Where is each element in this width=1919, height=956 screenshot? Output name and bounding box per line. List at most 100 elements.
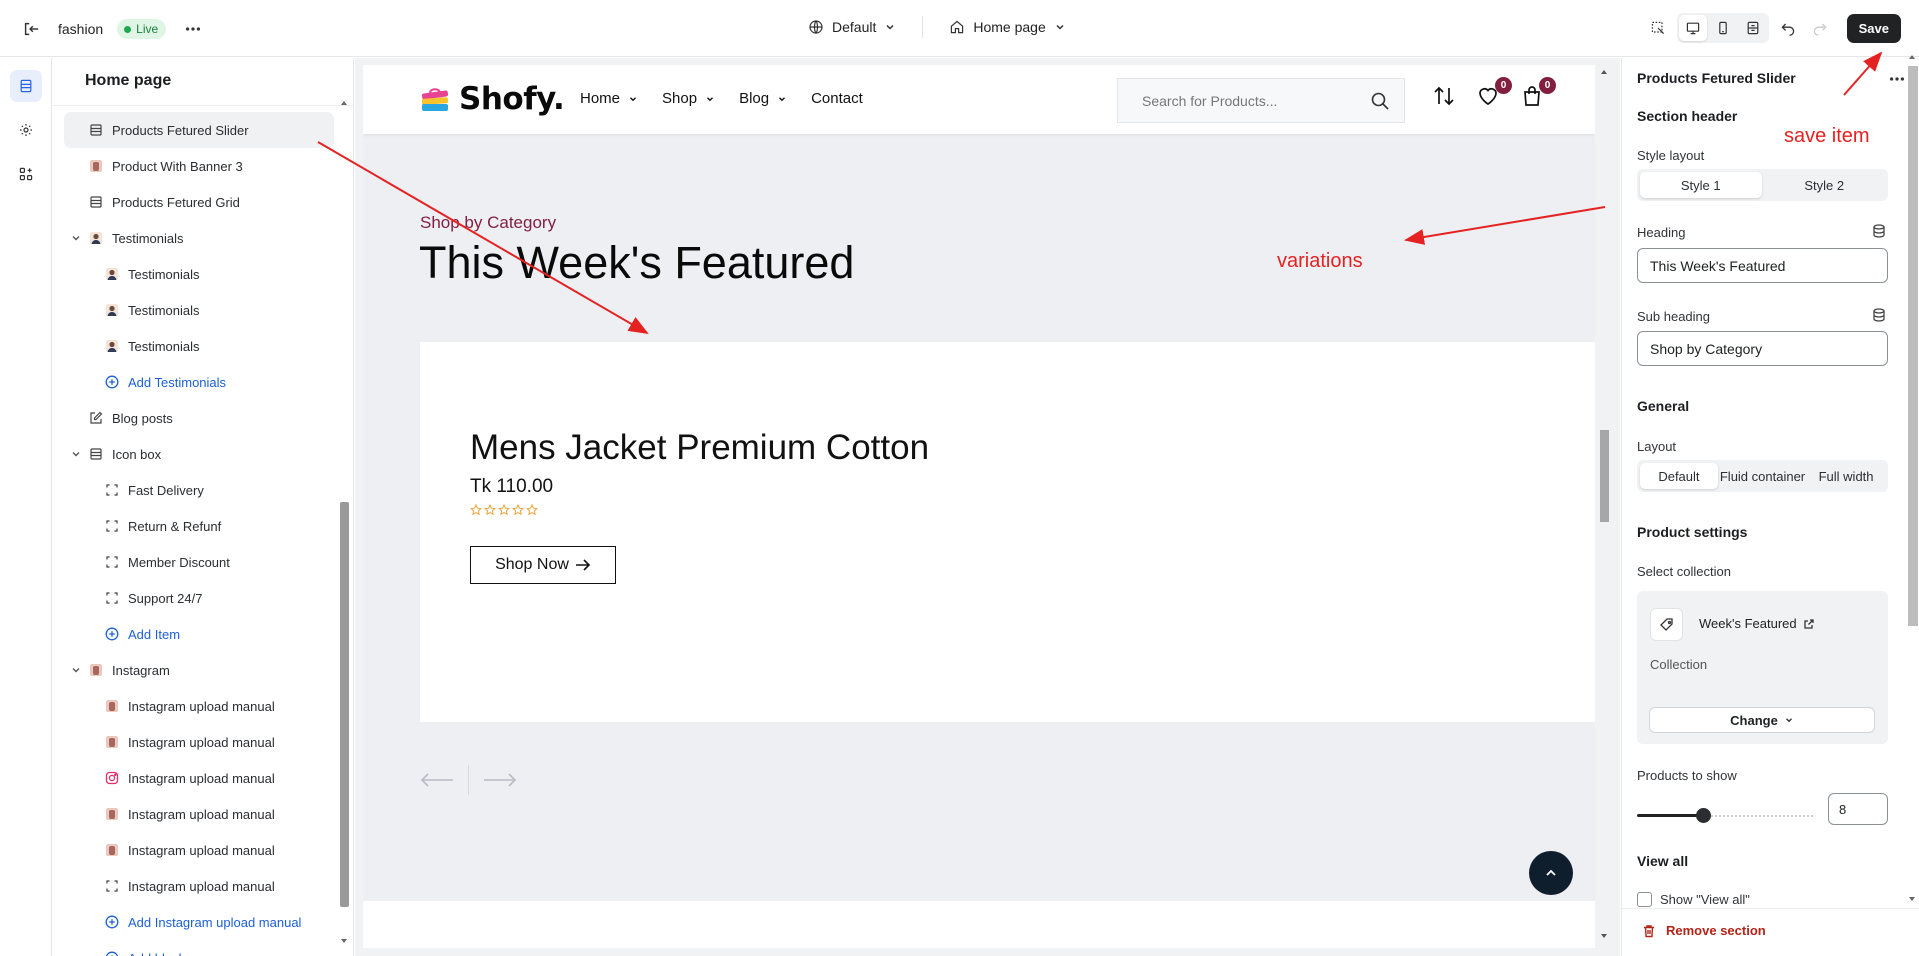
cart-count-badge: 0 [1539, 77, 1556, 94]
inspector-icon[interactable] [1645, 15, 1671, 41]
preview-scrollbar[interactable] [1596, 65, 1612, 948]
desktop-icon[interactable] [1678, 15, 1707, 41]
scroll-up-icon[interactable] [339, 98, 349, 108]
settings-gear-icon[interactable] [10, 114, 42, 146]
sidebar-item[interactable]: Instagram upload manual [64, 688, 334, 724]
sidebar-item[interactable]: Icon box [64, 436, 334, 472]
compare-icon[interactable] [1432, 84, 1458, 110]
segment-option[interactable]: Fluid container [1720, 463, 1805, 489]
slider-handle[interactable] [1696, 808, 1711, 823]
site-nav-label: Shop [662, 90, 698, 107]
block-icon [104, 590, 120, 606]
section-subheading[interactable]: Shop by Category [420, 213, 556, 233]
scrollbar-thumb[interactable] [340, 502, 349, 907]
segment-option[interactable]: Default [1640, 463, 1718, 489]
section-heading[interactable]: This Week's Featured [419, 237, 854, 289]
subheading-input[interactable]: Shop by Category [1637, 331, 1888, 366]
exit-icon[interactable] [18, 16, 44, 42]
arrow-right-icon [575, 559, 591, 571]
dynamic-source-icon[interactable] [1872, 224, 1886, 238]
sidebar-item[interactable]: Member Discount [64, 544, 334, 580]
undo-icon[interactable] [1775, 15, 1801, 41]
sidebar-item[interactable]: Testimonials [64, 256, 334, 292]
search-icon[interactable] [1370, 91, 1390, 111]
sidebar-item[interactable]: Testimonials [64, 292, 334, 328]
add-block-button[interactable]: Add block [64, 940, 334, 956]
chevron-down-icon[interactable] [70, 448, 82, 460]
show-view-all-option[interactable]: Show "View all" [1637, 892, 1750, 907]
products-to-show-input[interactable]: 8 [1828, 793, 1888, 825]
sidebar-item[interactable]: Instagram upload manual [64, 868, 334, 904]
scroll-up-icon[interactable] [1599, 67, 1609, 77]
more-options-icon[interactable] [180, 16, 206, 42]
sidebar-item[interactable]: Instagram upload manual [64, 832, 334, 868]
theme-select[interactable]: Default [800, 17, 904, 37]
scrollbar-thumb[interactable] [1908, 66, 1918, 626]
save-button[interactable]: Save [1846, 13, 1901, 43]
scrollbar-thumb[interactable] [1600, 430, 1609, 522]
product-slide[interactable]: Mens Jacket Premium Cotton Tk 110.00 Sho… [420, 342, 1595, 722]
sidebar-scrollbar[interactable] [338, 98, 350, 956]
site-search[interactable]: Search for Products... [1117, 78, 1405, 123]
show-view-all-checkbox[interactable] [1637, 892, 1652, 907]
avatar-thumb-icon [104, 266, 120, 282]
panel-scrollbar[interactable] [1905, 55, 1919, 908]
arrow-left-icon[interactable] [420, 773, 454, 787]
top-bar: fashion Live Default Home page Save [0, 0, 1919, 57]
external-link-icon[interactable] [1803, 618, 1815, 630]
arrow-right-icon[interactable] [483, 773, 517, 787]
chevron-down-icon[interactable] [70, 664, 82, 676]
device-switcher [1676, 13, 1769, 43]
collection-link[interactable]: Week's Featured [1699, 616, 1815, 631]
segment-option[interactable]: Style 2 [1764, 172, 1886, 198]
chevron-down-icon[interactable] [70, 232, 82, 244]
segment-option[interactable]: Style 1 [1640, 172, 1762, 198]
scroll-down-icon[interactable] [1907, 894, 1917, 904]
sidebar-item[interactable]: Instagram upload manual [64, 724, 334, 760]
add-block-button[interactable]: Add Item [64, 616, 334, 652]
add-block-button[interactable]: Add Instagram upload manual [64, 904, 334, 940]
image-thumb-icon [104, 842, 120, 858]
redo-icon[interactable] [1807, 15, 1833, 41]
sidebar-item[interactable]: Testimonials [64, 328, 334, 364]
fullscreen-icon[interactable] [1739, 15, 1767, 41]
site-nav-item[interactable]: Contact [811, 90, 863, 107]
sidebar-item[interactable]: Instagram upload manual [64, 760, 334, 796]
scroll-up-icon[interactable] [1907, 52, 1917, 62]
mobile-icon[interactable] [1709, 15, 1737, 41]
sections-icon[interactable] [9, 70, 42, 102]
sidebar-item[interactable]: Blog posts [64, 400, 334, 436]
remove-section-button[interactable]: Remove section [1642, 923, 1766, 938]
site-nav-item[interactable]: Shop [662, 90, 715, 107]
product-title[interactable]: Mens Jacket Premium Cotton [470, 428, 929, 468]
sidebar-item[interactable]: Support 24/7 [64, 580, 334, 616]
scroll-down-icon[interactable] [339, 936, 349, 946]
sidebar-item[interactable]: Products Fetured Slider [64, 112, 334, 148]
header-icons: 0 0 [1432, 77, 1556, 110]
cart-icon[interactable]: 0 [1520, 77, 1556, 110]
sidebar-item[interactable]: Testimonials [64, 220, 334, 256]
segment-option[interactable]: Full width [1807, 463, 1885, 489]
heading-input[interactable]: This Week's Featured [1637, 248, 1888, 283]
dynamic-source-icon[interactable] [1872, 308, 1886, 322]
scroll-to-top-button[interactable] [1529, 851, 1573, 895]
shop-now-button[interactable]: Shop Now [470, 546, 616, 584]
add-block-button[interactable]: Add Testimonials [64, 364, 334, 400]
scroll-down-icon[interactable] [1599, 931, 1609, 941]
site-nav-item[interactable]: Home [580, 90, 638, 107]
sidebar-item[interactable]: Products Fetured Grid [64, 184, 334, 220]
change-collection-button[interactable]: Change [1649, 707, 1875, 733]
sidebar-item[interactable]: Product With Banner 3 [64, 148, 334, 184]
page-select[interactable]: Home page [941, 17, 1073, 37]
site-logo[interactable]: Shofy. [419, 81, 565, 117]
sidebar-item[interactable]: Instagram [64, 652, 334, 688]
products-to-show-slider[interactable] [1637, 806, 1813, 824]
edit-icon [88, 410, 104, 426]
sidebar-item[interactable]: Return & Refunf [64, 508, 334, 544]
slider-track [1703, 815, 1813, 817]
site-nav-item[interactable]: Blog [739, 90, 787, 107]
sidebar-item[interactable]: Fast Delivery [64, 472, 334, 508]
apps-icon[interactable] [10, 158, 42, 190]
wishlist-icon[interactable]: 0 [1476, 77, 1512, 110]
sidebar-item[interactable]: Instagram upload manual [64, 796, 334, 832]
